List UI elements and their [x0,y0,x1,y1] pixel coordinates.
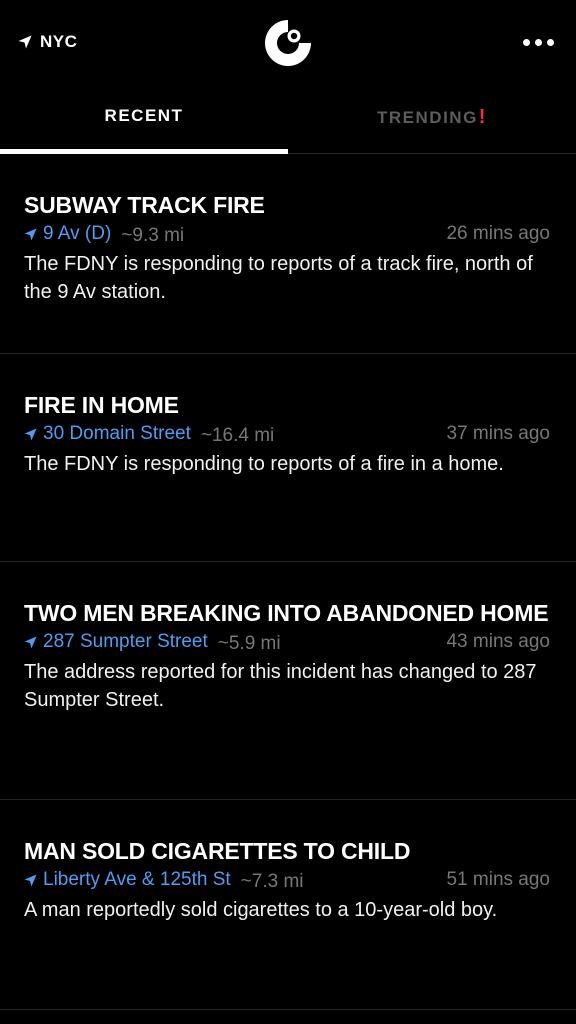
location-arrow-icon [24,873,37,887]
incident-distance: ~16.4 mi [200,424,275,446]
more-dot [547,38,554,46]
incident-address-link[interactable]: 9 Av (D) [24,220,111,248]
incident-address-link[interactable]: 287 Sumpter Street [24,628,208,656]
incident-title: SUBWAY TRACK FIRE [24,192,265,218]
tab-trending-label: TRENDING [377,108,478,127]
incident-meta: 30 Domain Street ~16.4 mi 37 mins ago [24,420,552,448]
incident-description: The FDNY is responding to reports of a f… [24,453,504,475]
incident-feed: SUBWAY TRACK FIRE 9 Av (D) ~9.3 mi 26 mi… [0,154,576,1010]
location-arrow-icon [24,227,37,241]
incident-item[interactable]: FIRE IN HOME 30 Domain Street ~16.4 mi 3… [0,354,576,562]
incident-item[interactable]: TWO MEN BREAKING INTO ABANDONED HOME 287… [0,562,576,800]
more-dot [535,38,542,46]
incident-time: 43 mins ago [446,631,550,652]
incident-title: TWO MEN BREAKING INTO ABANDONED HOME [24,600,549,626]
tab-bar: RECENT TRENDING! [0,88,576,154]
location-arrow-icon [24,427,37,441]
incident-address: 287 Sumpter Street [43,631,208,652]
tab-recent[interactable]: RECENT [0,106,288,126]
incident-time: 37 mins ago [446,423,550,444]
location-arrow-icon [18,35,32,49]
incident-time: 26 mins ago [446,223,550,244]
incident-address: 9 Av (D) [43,223,112,244]
location-label: NYC [40,32,78,51]
trending-alert-icon: ! [478,106,487,128]
incident-distance: ~5.9 mi [217,632,281,654]
incident-distance: ~9.3 mi [121,224,185,246]
tab-trending[interactable]: TRENDING! [288,106,576,129]
incident-title: MAN SOLD CIGARETTES TO CHILD [24,838,411,864]
incident-description: A man reportedly sold cigarettes to a 10… [24,899,498,921]
location-arrow-icon [24,635,37,649]
incident-meta: 9 Av (D) ~9.3 mi 26 mins ago [24,220,552,248]
incident-item[interactable]: MAN SOLD CIGARETTES TO CHILD Liberty Ave… [0,800,576,1010]
incident-time: 51 mins ago [446,869,550,890]
incident-address-link[interactable]: Liberty Ave & 125th St [24,866,231,894]
location-selector[interactable]: NYC [18,32,77,52]
incident-distance: ~7.3 mi [240,870,304,892]
top-bar: NYC [0,0,576,88]
more-dots-icon [523,38,530,46]
incident-meta: Liberty Ave & 125th St ~7.3 mi 51 mins a… [24,866,552,894]
tab-recent-label: RECENT [104,106,184,125]
app-screen: NYC RECENT TRENDING! SUBWAY TRACK FIRE 9… [0,0,576,1024]
incident-description: The address reported for this incident h… [24,661,537,711]
incident-address-link[interactable]: 30 Domain Street [24,420,191,448]
incident-title: FIRE IN HOME [24,392,179,418]
incident-meta: 287 Sumpter Street ~5.9 mi 43 mins ago [24,628,552,656]
more-options-button[interactable] [523,34,554,50]
incident-description: The FDNY is responding to reports of a t… [24,253,533,303]
incident-item[interactable]: SUBWAY TRACK FIRE 9 Av (D) ~9.3 mi 26 mi… [0,154,576,354]
incident-address: 30 Domain Street [43,423,191,444]
citizen-logo-icon[interactable] [263,18,313,68]
incident-address: Liberty Ave & 125th St [43,869,231,890]
